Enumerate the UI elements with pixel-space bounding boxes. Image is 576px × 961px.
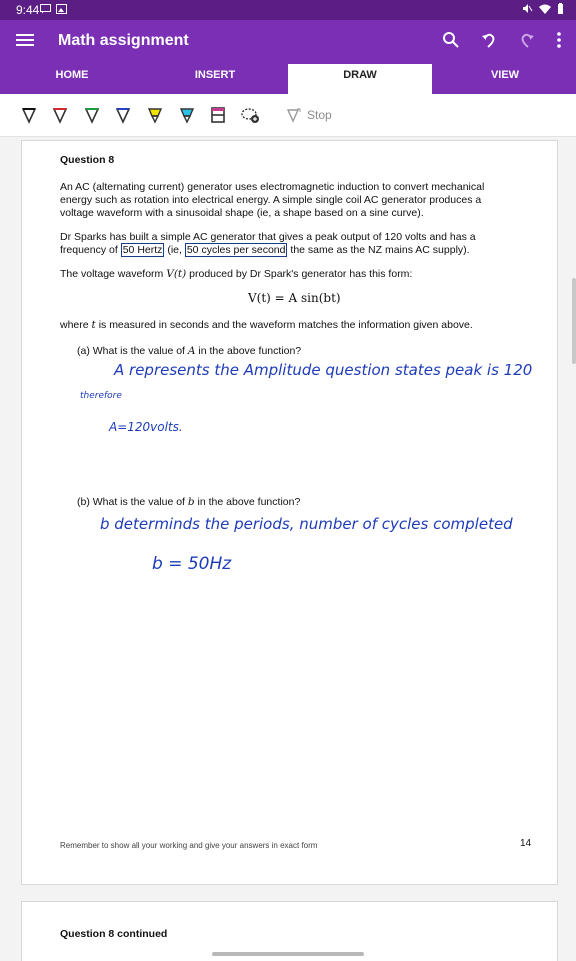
- ink-answer-line-4: b determinds the periods, number of cycl…: [100, 515, 513, 533]
- paragraph-4: where t is measured in seconds and the w…: [60, 319, 473, 331]
- gallery-icon: [56, 4, 67, 14]
- paragraph-3: The voltage waveform V(t) produced by Dr…: [60, 268, 413, 280]
- draw-toolbar: Stop: [0, 94, 576, 137]
- document-page[interactable]: Question 8 An AC (alternating current) g…: [21, 140, 558, 885]
- app-bar: Math assignment: [0, 20, 576, 64]
- voltage-formula: V(t) = A sin(bt): [248, 291, 341, 305]
- menu-icon[interactable]: [16, 32, 34, 53]
- undo-icon[interactable]: [480, 31, 498, 49]
- blue-pen-icon[interactable]: [115, 106, 131, 124]
- ink-answer-line-5: b = 50Hz: [152, 554, 232, 574]
- ink-answer-line-1: A represents the Amplitude question stat…: [114, 361, 533, 379]
- stop-pen-icon: [286, 108, 301, 123]
- lasso-icon[interactable]: [241, 106, 261, 124]
- next-question-heading: Question 8 continued: [60, 928, 168, 940]
- paragraph-2: Dr Sparks has built a simple AC generato…: [60, 231, 476, 257]
- app-title: Math assignment: [58, 32, 189, 49]
- page-number: 14: [520, 838, 532, 849]
- status-time: 9:44: [16, 3, 40, 17]
- question-heading: Question 8: [60, 154, 115, 166]
- tab-view[interactable]: VIEW: [440, 64, 570, 94]
- ink-answer-line-3: A=120volts.: [109, 420, 183, 434]
- battery-icon: [558, 3, 563, 14]
- tab-home[interactable]: HOME: [10, 64, 134, 94]
- black-pen-icon[interactable]: [21, 106, 37, 124]
- status-bar: 9:44: [0, 0, 576, 20]
- yellow-highlighter-icon[interactable]: [147, 106, 163, 124]
- boxed-50-cycles: 50 cycles per second: [184, 243, 288, 257]
- ribbon-tabs: HOME INSERT DRAW VIEW: [0, 64, 576, 94]
- paragraph-1: An AC (alternating current) generator us…: [60, 181, 485, 219]
- message-icon: [40, 4, 51, 14]
- question-b: (b) What is the value of b in the above …: [77, 496, 301, 508]
- search-icon[interactable]: [442, 31, 460, 49]
- page-footer: Remember to show all your working and gi…: [60, 841, 318, 850]
- eraser-icon[interactable]: [210, 106, 226, 124]
- stop-button[interactable]: Stop: [286, 107, 332, 123]
- question-a: (a) What is the value of A in the above …: [77, 345, 302, 357]
- red-pen-icon[interactable]: [52, 106, 68, 124]
- boxed-50-hertz: 50 Hertz: [120, 243, 165, 257]
- redo-icon[interactable]: [518, 31, 536, 49]
- gesture-handle[interactable]: [212, 952, 364, 956]
- green-pen-icon[interactable]: [84, 106, 100, 124]
- ink-answer-line-2: therefore: [80, 391, 122, 401]
- tab-draw[interactable]: DRAW: [288, 64, 432, 94]
- wifi-icon: [539, 4, 551, 14]
- mute-icon: [523, 4, 533, 13]
- tab-insert[interactable]: INSERT: [150, 64, 280, 94]
- blue-highlighter-icon[interactable]: [179, 106, 195, 124]
- scrollbar[interactable]: [572, 278, 576, 364]
- more-options-icon[interactable]: [556, 31, 562, 49]
